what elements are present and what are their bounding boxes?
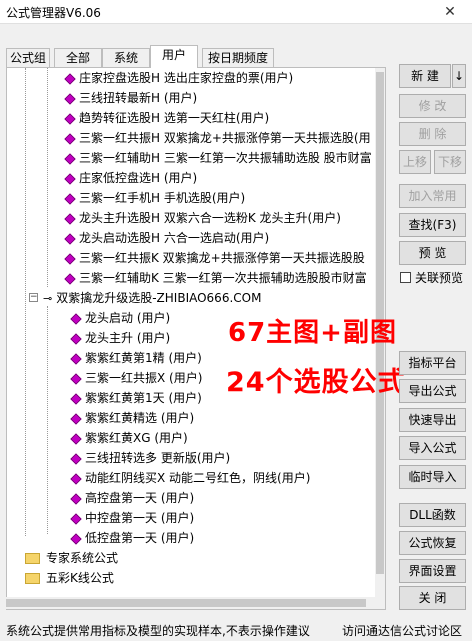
restore-button[interactable]: 公式恢复 — [399, 531, 466, 555]
tree-item[interactable]: 三紫一红共振H 双紫擒龙+共振涨停第一天共振选股(用 — [64, 128, 371, 148]
tree-item[interactable]: 龙头启动 (用户) — [70, 308, 170, 328]
new-dropdown-button[interactable]: ↓ — [452, 64, 466, 88]
formula-icon — [70, 512, 82, 525]
close-icon[interactable]: ✕ — [428, 0, 472, 24]
tree-item[interactable]: 龙头主升 (用户) — [70, 328, 170, 348]
forum-link[interactable]: 访问通达信公式讨论区 — [342, 622, 462, 639]
formula-icon — [64, 72, 76, 85]
formula-icon — [70, 312, 82, 325]
formula-icon — [64, 152, 76, 165]
tree-guide-line — [47, 68, 48, 287]
formula-icon — [70, 412, 82, 425]
tab-all[interactable]: 全部 — [54, 48, 102, 68]
overlay-text-secondary: 24个选股公式 — [226, 367, 406, 398]
indicator-platform-button[interactable]: 指标平台 — [399, 351, 466, 375]
tree-item[interactable]: 高控盘第一天 (用户) — [70, 488, 194, 508]
formula-icon — [64, 112, 76, 125]
formula-icon — [70, 452, 82, 465]
folder-icon — [25, 573, 40, 584]
tab-groups[interactable]: 公式组 — [6, 48, 50, 68]
formula-icon — [70, 352, 82, 365]
formula-icon — [64, 132, 76, 145]
tree-folder-expert[interactable]: 专家系统公式 — [25, 548, 118, 568]
tree-item[interactable]: 三紫一红手机H 手机选股(用户) — [64, 188, 245, 208]
modify-button[interactable]: 修 改 — [399, 94, 466, 118]
link-preview-checkbox[interactable] — [400, 272, 411, 283]
tree-item[interactable]: 庄家控盘选股H 选出庄家控盘的票(用户) — [64, 68, 293, 88]
tree-item[interactable]: 三紫一红共振K 双紫擒龙+共振涨停第一天共振选股股 — [64, 248, 365, 268]
import-button[interactable]: 导入公式 — [399, 436, 466, 460]
formula-icon — [70, 432, 82, 445]
status-bar: 系统公式提供常用指标及模型的实现样本,不表示操作建议 访问通达信公式讨论区 — [0, 618, 472, 641]
tree-item[interactable]: 三线扭转选多 更新版(用户) — [70, 448, 230, 468]
tree-item[interactable]: 紫紫红黄精选 (用户) — [70, 408, 194, 428]
tree-item[interactable]: 三紫一红辅助K 三紫一红第一次共振辅助选股股市财富 — [64, 268, 367, 288]
formula-icon — [64, 192, 76, 205]
new-button[interactable]: 新 建 — [399, 64, 451, 88]
ui-settings-button[interactable]: 界面设置 — [399, 559, 466, 583]
tree-item[interactable]: 低控盘第一天 (用户) — [70, 528, 194, 548]
tree-item[interactable]: 三紫一红共振X (用户) — [70, 368, 202, 388]
delete-button[interactable]: 删 除 — [399, 122, 466, 146]
move-up-button[interactable]: 上移 — [399, 150, 431, 174]
collapse-icon[interactable]: − — [29, 293, 38, 302]
tab-by-date[interactable]: 按日期频度 — [202, 48, 274, 68]
tree-guide-line — [47, 306, 48, 534]
tree-item[interactable]: 庄家低控盘选H (用户) — [64, 168, 197, 188]
scrollbar-thumb[interactable] — [6, 599, 366, 607]
tree-item[interactable]: 中控盘第一天 (用户) — [70, 508, 194, 528]
formula-icon — [64, 232, 76, 245]
tree-item[interactable]: 趋势转征选股H 选第一天红柱(用户) — [64, 108, 269, 128]
tree-item[interactable]: 紫紫红黄第1精 (用户) — [70, 348, 202, 368]
formula-icon — [70, 372, 82, 385]
formula-icon — [70, 332, 82, 345]
formula-icon — [64, 172, 76, 185]
tree-item[interactable]: 三线扭转最新H (用户) — [64, 88, 197, 108]
dll-button[interactable]: DLL函数 — [399, 503, 466, 527]
formula-icon — [70, 532, 82, 545]
add-common-button[interactable]: 加入常用 — [399, 184, 466, 208]
folder-icon — [25, 553, 40, 564]
export-button[interactable]: 导出公式 — [399, 379, 466, 403]
tree-item[interactable]: 龙头启动选股H 六合一选启动(用户) — [64, 228, 269, 248]
tree-item[interactable]: 紫紫红黄第1天 (用户) — [70, 388, 202, 408]
tree-folder-candle[interactable]: 五彩K线公式 — [25, 568, 114, 588]
key-icon: ⊸ — [43, 292, 53, 305]
formula-icon — [64, 212, 76, 225]
formula-icon — [64, 92, 76, 105]
formula-icon — [64, 252, 76, 265]
tree-group[interactable]: ⊸ 双紫擒龙升级选股-ZHIBIAO666.COM — [43, 288, 261, 308]
overlay-text-primary: 67主图+副图 — [228, 318, 397, 348]
quick-export-button[interactable]: 快速导出 — [399, 408, 466, 432]
tree-item[interactable]: 动能红阴线买X 动能二号红色，阴线(用户) — [70, 468, 310, 488]
preview-button[interactable]: 预 览 — [399, 241, 466, 265]
status-text: 系统公式提供常用指标及模型的实现样本,不表示操作建议 — [6, 624, 310, 638]
formula-icon — [70, 392, 82, 405]
link-preview-label: 关联预览 — [415, 271, 464, 285]
close-button[interactable]: 关 闭 — [399, 586, 466, 610]
tab-system[interactable]: 系统 — [102, 48, 150, 68]
temp-import-button[interactable]: 临时导入 — [399, 465, 466, 489]
formula-icon — [70, 492, 82, 505]
tree-item[interactable]: 三紫一红辅助H 三紫一红第一次共振辅助选股 股市财富 — [64, 148, 372, 168]
horizontal-scrollbar[interactable] — [6, 597, 376, 609]
tab-user[interactable]: 用户 — [150, 45, 198, 68]
tree-guide-line — [25, 68, 26, 536]
formula-icon — [64, 272, 76, 285]
title-bar: 公式管理器V6.06 ✕ — [0, 0, 472, 24]
tree-item[interactable]: 龙头主升选股H 双紫六合一选粉K 龙头主升(用户) — [64, 208, 341, 228]
window-title: 公式管理器V6.06 — [6, 6, 101, 20]
move-down-button[interactable]: 下移 — [434, 150, 466, 174]
tree-item[interactable]: 紫紫红黄XG (用户) — [70, 428, 188, 448]
formula-icon — [70, 472, 82, 485]
find-button[interactable]: 查找(F3) — [399, 213, 466, 237]
